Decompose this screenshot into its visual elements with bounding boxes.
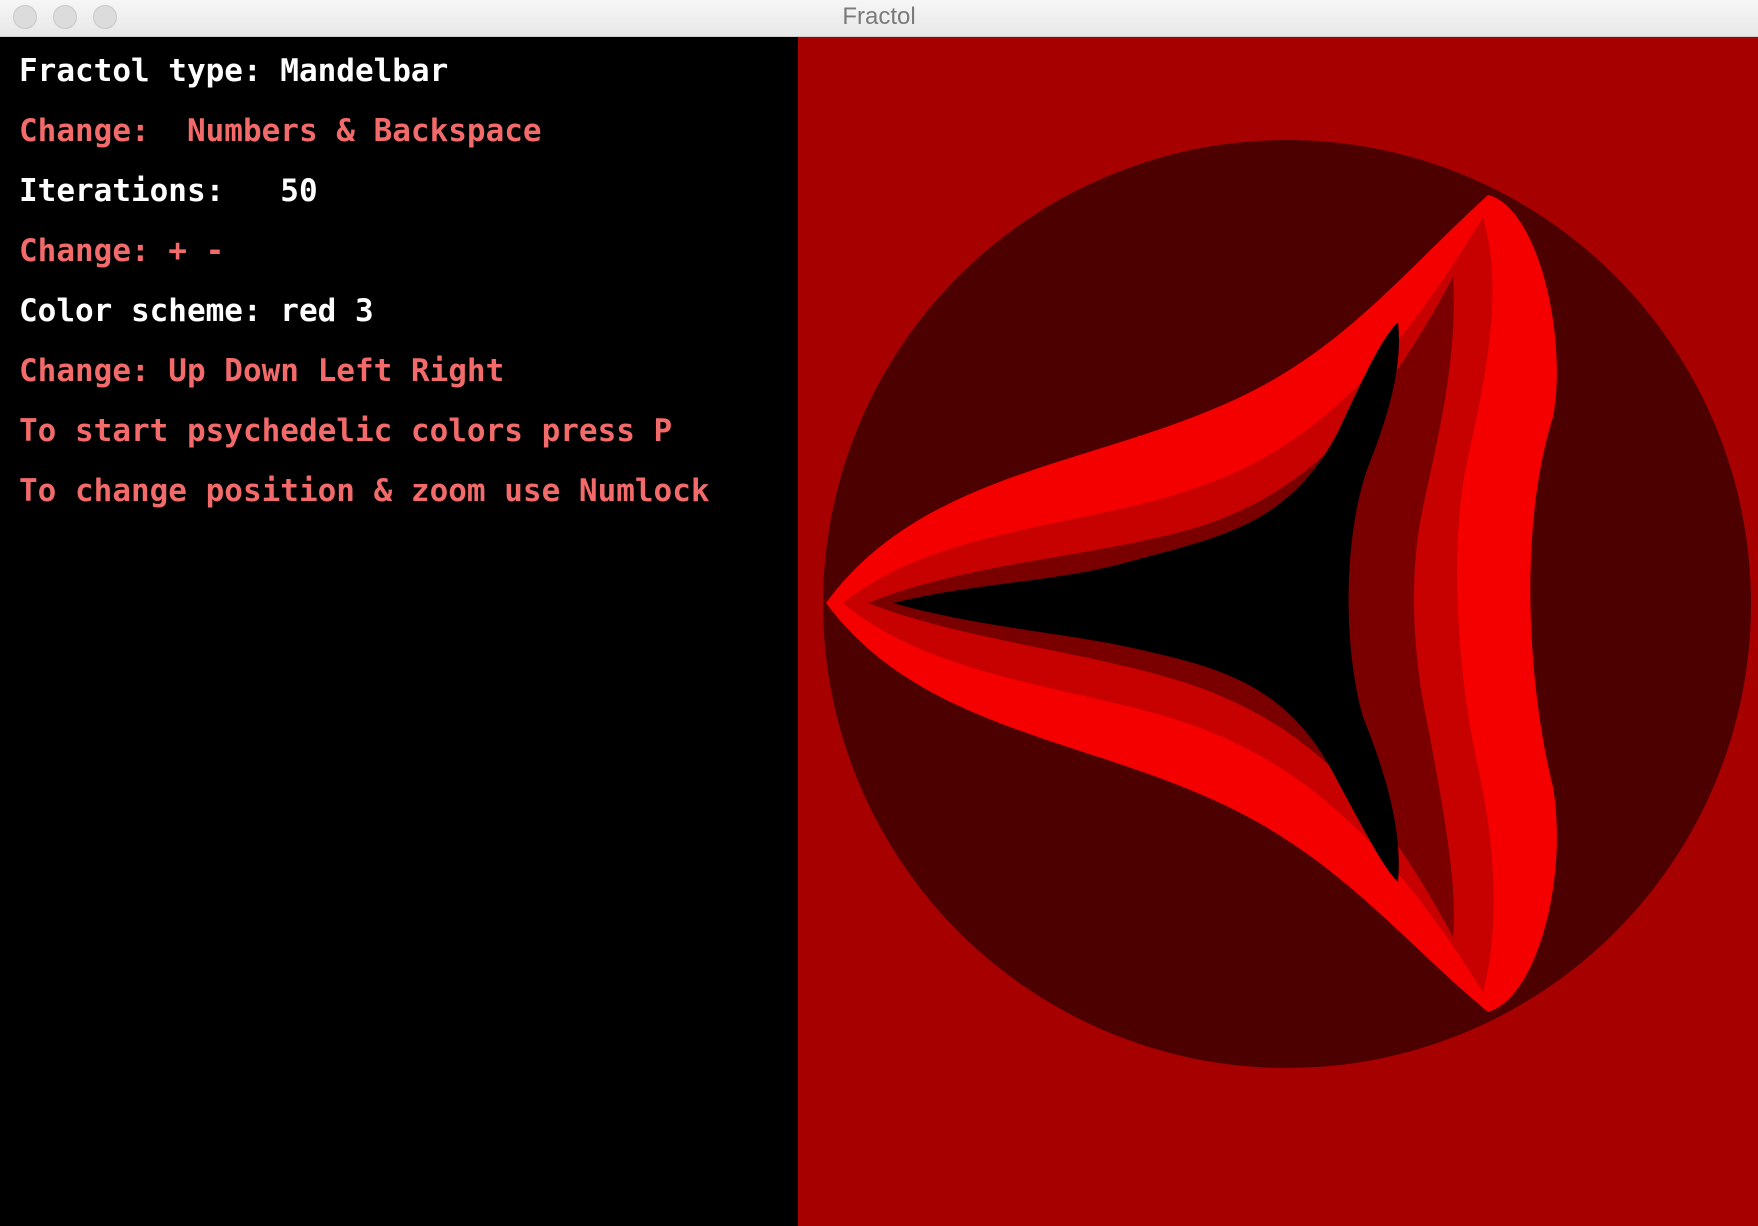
fractal-render-canvas[interactable] [798, 37, 1758, 1226]
fractal-type-change-hint: Change: Numbers & Backspace [19, 113, 542, 149]
window-title: Fractol [842, 3, 916, 30]
iterations-label: Iterations: 50 [19, 173, 318, 209]
psychedelic-hint: To start psychedelic colors press P [19, 413, 673, 449]
fractol-window: Fractol Fractol type: Mandelbar Change: … [0, 0, 1758, 1226]
mandelbar-fractal-image [798, 37, 1758, 1226]
color-scheme-label: Color scheme: red 3 [19, 293, 374, 329]
color-scheme-change-hint: Change: Up Down Left Right [19, 353, 505, 389]
position-zoom-hint: To change position & zoom use Numlock [19, 473, 710, 509]
fractal-type-label: Fractol type: Mandelbar [19, 53, 449, 89]
title-bar[interactable]: Fractol [0, 0, 1758, 37]
iterations-change-hint: Change: + - [19, 233, 225, 269]
info-panel: Fractol type: Mandelbar Change: Numbers … [0, 37, 798, 1226]
window-content: Fractol type: Mandelbar Change: Numbers … [0, 37, 1758, 1226]
